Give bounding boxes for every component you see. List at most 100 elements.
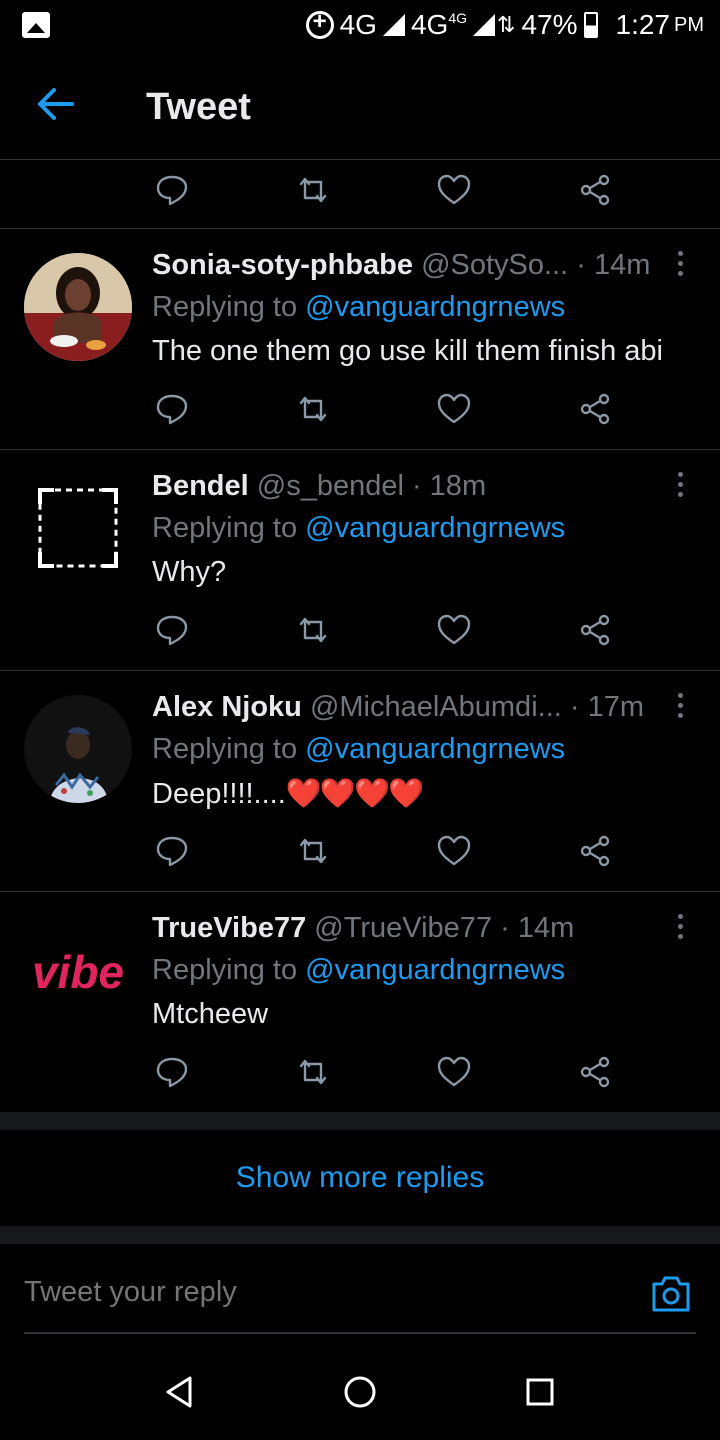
- status-bar: 4G 4G 4G ⇅ 47% 1:27 PM: [0, 0, 720, 50]
- like-icon[interactable]: [436, 833, 472, 869]
- share-icon[interactable]: [577, 833, 613, 869]
- reply-icon[interactable]: [154, 1054, 190, 1090]
- retweet-icon[interactable]: [295, 1054, 331, 1090]
- reply-input[interactable]: [24, 1272, 624, 1312]
- tweet-text: Why?: [152, 556, 227, 588]
- parent-tweet-actions: [0, 160, 720, 229]
- avatar[interactable]: [24, 253, 132, 361]
- reply-tweet[interactable]: vibe TrueVibe77 @TrueVibe77 · 14m Replyi…: [0, 892, 720, 1113]
- network-label-2-sup: 4G: [448, 10, 468, 26]
- replying-prefix: Replying to: [152, 733, 306, 765]
- reply-icon[interactable]: [154, 612, 190, 648]
- tweet-text-main: Deep!!!!....: [152, 778, 286, 810]
- tweet-text: Mtcheew: [152, 998, 269, 1030]
- reply-icon[interactable]: [154, 172, 190, 208]
- timestamp[interactable]: · 14m: [576, 249, 650, 281]
- data-saver-icon: [305, 8, 334, 39]
- vibe-logo-text: vibe: [32, 946, 124, 998]
- tweet-header: Bendel @s_bendel · 18m: [152, 470, 662, 503]
- more-vertical-icon[interactable]: [676, 914, 684, 942]
- more-vertical-icon[interactable]: [676, 472, 684, 500]
- gallery-notification-icon: [22, 12, 50, 38]
- display-name[interactable]: TrueVibe77: [152, 912, 306, 944]
- tweet-header: Alex Njoku @MichaelAbumdi... · 17m: [152, 691, 662, 724]
- reply-tweet[interactable]: Alex Njoku @MichaelAbumdi... · 17m Reply…: [0, 671, 720, 892]
- share-icon[interactable]: [577, 1054, 613, 1090]
- network-label-2: 4G: [410, 9, 449, 40]
- more-vertical-icon[interactable]: [676, 251, 684, 279]
- mention-link[interactable]: @vanguardngrnews: [305, 512, 565, 544]
- action-bar: [152, 833, 622, 873]
- user-handle[interactable]: @TrueVibe77: [314, 912, 492, 944]
- section-divider: [0, 1226, 720, 1244]
- app-header: Tweet: [0, 50, 720, 160]
- tweet-header: TrueVibe77 @TrueVibe77 · 14m: [152, 912, 662, 945]
- back-arrow-icon[interactable]: [36, 86, 76, 122]
- action-bar: [152, 612, 622, 652]
- display-name[interactable]: Sonia-soty-phbabe: [152, 249, 413, 281]
- replying-to: Replying to @vanguardngrnews: [152, 733, 565, 766]
- retweet-icon[interactable]: [295, 833, 331, 869]
- avatar[interactable]: [24, 474, 132, 582]
- timestamp[interactable]: · 17m: [570, 691, 644, 723]
- replying-prefix: Replying to: [152, 512, 306, 544]
- retweet-icon[interactable]: [295, 612, 331, 648]
- avatar[interactable]: [24, 695, 132, 803]
- page-title: Tweet: [146, 86, 251, 128]
- replying-to: Replying to @vanguardngrnews: [152, 291, 565, 324]
- reply-composer: [0, 1244, 720, 1344]
- action-bar: [152, 391, 622, 431]
- mention-link[interactable]: @vanguardngrnews: [305, 733, 565, 765]
- tweet-text: Deep!!!!....❤️❤️❤️❤️: [152, 777, 424, 811]
- data-transfer-icon: ⇅: [497, 12, 516, 37]
- like-icon[interactable]: [436, 391, 472, 427]
- replying-to: Replying to @vanguardngrnews: [152, 954, 565, 987]
- reply-icon[interactable]: [154, 391, 190, 427]
- nav-home-icon[interactable]: [342, 1374, 378, 1410]
- status-right: 4G 4G 4G ⇅ 47% 1:27 PM: [305, 6, 704, 44]
- retweet-icon[interactable]: [295, 172, 331, 208]
- share-icon[interactable]: [577, 391, 613, 427]
- share-icon[interactable]: [577, 612, 613, 648]
- share-icon[interactable]: [577, 172, 613, 208]
- tweet-text: The one them go use kill them finish abi: [152, 335, 663, 367]
- retweet-icon[interactable]: [295, 391, 331, 427]
- show-more-replies-button[interactable]: Show more replies: [0, 1130, 720, 1226]
- user-handle[interactable]: @s_bendel: [257, 470, 404, 502]
- system-nav-bar: [0, 1344, 720, 1440]
- heart-emojis: ❤️❤️❤️❤️: [285, 778, 424, 810]
- timestamp[interactable]: · 18m: [412, 470, 486, 502]
- timestamp[interactable]: · 14m: [500, 912, 574, 944]
- like-icon[interactable]: [436, 172, 472, 208]
- display-name[interactable]: Bendel: [152, 470, 249, 502]
- mention-link[interactable]: @vanguardngrnews: [305, 291, 565, 323]
- action-bar: [152, 1054, 622, 1094]
- nav-recents-icon[interactable]: [522, 1374, 558, 1410]
- mention-link[interactable]: @vanguardngrnews: [305, 954, 565, 986]
- more-vertical-icon[interactable]: [676, 693, 684, 721]
- reply-tweet[interactable]: Sonia-soty-phbabe @SotySo... · 14m Reply…: [0, 229, 720, 450]
- like-icon[interactable]: [436, 1054, 472, 1090]
- camera-icon[interactable]: [650, 1274, 692, 1314]
- clock-ampm: PM: [674, 13, 704, 36]
- reply-icon[interactable]: [154, 833, 190, 869]
- nav-back-icon[interactable]: [162, 1374, 198, 1410]
- reply-tweet[interactable]: Bendel @s_bendel · 18m Replying to @vang…: [0, 450, 720, 671]
- display-name[interactable]: Alex Njoku: [152, 691, 302, 723]
- clock: 1:27: [615, 9, 671, 40]
- network-label-1: 4G: [339, 9, 377, 40]
- user-handle[interactable]: @SotySo...: [421, 249, 568, 281]
- user-handle[interactable]: @MichaelAbumdi...: [310, 691, 562, 723]
- replying-to: Replying to @vanguardngrnews: [152, 512, 565, 545]
- battery-percent: 47%: [521, 9, 578, 40]
- input-underline: [24, 1332, 696, 1334]
- signal-icon-1: [382, 14, 405, 36]
- avatar[interactable]: vibe: [24, 916, 132, 1024]
- section-divider: [0, 1112, 720, 1130]
- tweet-header: Sonia-soty-phbabe @SotySo... · 14m: [152, 249, 662, 282]
- replying-prefix: Replying to: [152, 291, 306, 323]
- battery-icon: [583, 12, 598, 38]
- replying-prefix: Replying to: [152, 954, 306, 986]
- action-bar: [152, 172, 622, 212]
- like-icon[interactable]: [436, 612, 472, 648]
